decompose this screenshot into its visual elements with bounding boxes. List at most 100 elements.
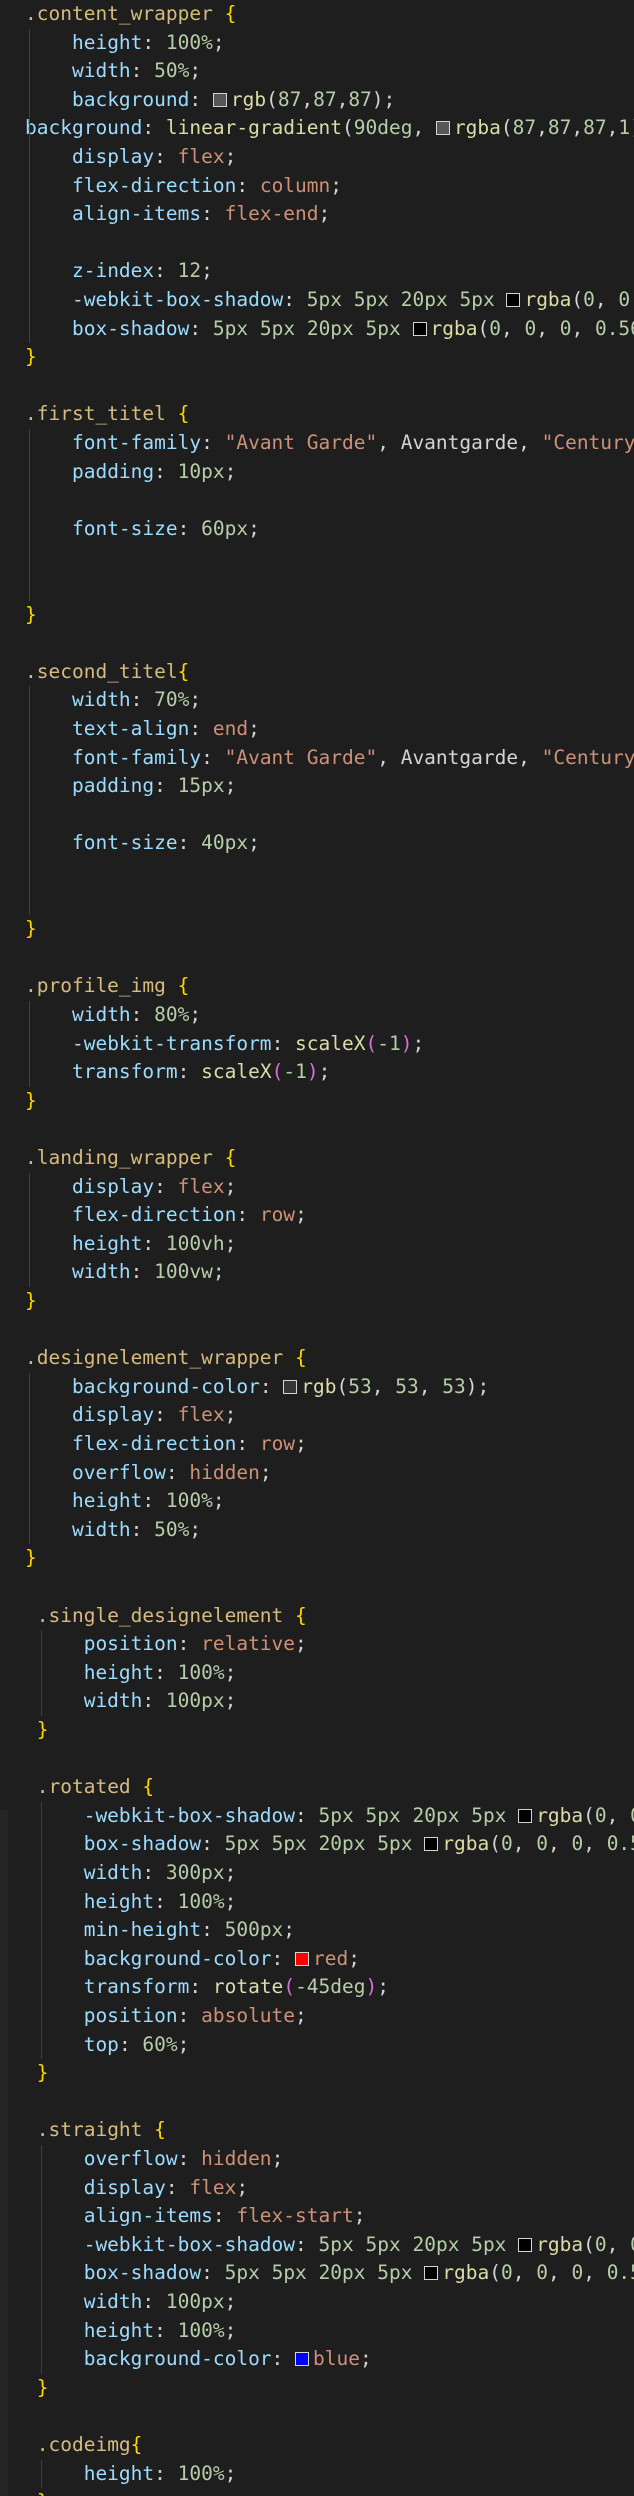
code-token: : bbox=[142, 1689, 166, 1713]
color-swatch-icon[interactable] bbox=[295, 1951, 310, 1966]
code-token: : bbox=[154, 1660, 178, 1684]
code-line: flex-direction: column; bbox=[0, 172, 342, 201]
code-token: transform bbox=[71, 1060, 178, 1084]
code-token: ; bbox=[224, 459, 237, 483]
code-token: 53 bbox=[442, 1374, 466, 1398]
code-token: ) bbox=[365, 1975, 378, 1999]
code-token: height bbox=[71, 1231, 143, 1255]
code-token: relative bbox=[201, 1632, 296, 1656]
indent-guide bbox=[29, 1172, 30, 1287]
code-token: ( bbox=[271, 1060, 284, 1084]
code-line: height: 100%; bbox=[0, 1487, 225, 1516]
code-token: : bbox=[177, 1060, 202, 1084]
code-token: { bbox=[177, 402, 190, 426]
code-line: background: rgb(87,87,87); bbox=[0, 86, 395, 115]
code-line: display: flex; bbox=[0, 143, 236, 172]
code-line: height: 100%; bbox=[0, 1888, 237, 1917]
indent-guide bbox=[29, 429, 30, 601]
code-token: 0 bbox=[594, 2232, 607, 2256]
code-token: ; bbox=[224, 1403, 237, 1427]
code-token: font-family bbox=[71, 745, 202, 769]
code-token: 0 bbox=[500, 2261, 513, 2285]
code-token: : bbox=[165, 2175, 190, 2199]
color-swatch-icon[interactable] bbox=[424, 1837, 439, 1852]
code-token: rotate bbox=[212, 1975, 284, 1999]
code-token: 0 bbox=[489, 316, 501, 340]
code-line: box-shadow: 5px 5px 20px 5px rgba(0, 0, … bbox=[0, 2259, 634, 2288]
code-token: 0 bbox=[630, 2233, 634, 2256]
code-token: : bbox=[177, 516, 202, 540]
code-line: } bbox=[0, 1087, 37, 1116]
code-token: display bbox=[71, 1174, 155, 1198]
code-token: 100% bbox=[165, 1489, 213, 1513]
color-swatch-icon[interactable] bbox=[435, 121, 450, 136]
code-token: 100vh bbox=[165, 1231, 225, 1255]
code-token: : bbox=[236, 1432, 260, 1455]
code-token: height bbox=[83, 2318, 155, 2342]
code-token: position bbox=[83, 1632, 178, 1656]
code-token: min-height bbox=[83, 1918, 202, 1942]
code-token: 100px bbox=[165, 2290, 225, 2313]
code-line: width: 50%; bbox=[0, 57, 201, 86]
code-token: 0 bbox=[500, 1832, 513, 1856]
code-token: overflow bbox=[83, 2147, 178, 2170]
code-line: .straight { bbox=[0, 2116, 166, 2145]
code-token: 0 bbox=[618, 288, 631, 311]
color-swatch-icon[interactable] bbox=[506, 293, 521, 307]
code-token: ; bbox=[248, 516, 260, 540]
code-token: : bbox=[154, 1174, 178, 1198]
color-swatch-icon[interactable] bbox=[212, 92, 227, 107]
code-token: 87 bbox=[277, 87, 302, 111]
code-token: rgba bbox=[442, 2261, 490, 2285]
color-swatch-icon[interactable] bbox=[295, 2352, 310, 2367]
code-line: padding: 10px; bbox=[0, 458, 236, 487]
code-token: , bbox=[571, 116, 584, 140]
code-token: rgba bbox=[442, 1832, 490, 1856]
code-token: 60px bbox=[201, 516, 249, 540]
code-token: , bbox=[630, 288, 634, 311]
code-token: ; bbox=[201, 259, 213, 283]
color-swatch-icon[interactable] bbox=[424, 2266, 439, 2281]
color-swatch-icon[interactable] bbox=[518, 1808, 533, 1823]
code-token: : bbox=[177, 831, 202, 855]
color-swatch-icon[interactable] bbox=[518, 2237, 533, 2252]
code-token: } bbox=[25, 1546, 37, 1570]
code-token: 0 bbox=[571, 2261, 584, 2285]
code-line: .codeimg{ bbox=[0, 2431, 143, 2460]
code-line: width: 80%; bbox=[0, 1001, 201, 1030]
code-line: height: 100%; bbox=[0, 2317, 237, 2346]
code-token: flex bbox=[177, 145, 225, 168]
code-token: 5px bbox=[259, 316, 296, 340]
code-token: background-color bbox=[83, 2347, 272, 2371]
color-swatch-icon[interactable] bbox=[283, 1379, 298, 1394]
code-token: ) bbox=[630, 116, 634, 139]
code-token: "Century bbox=[541, 745, 634, 769]
color-swatch-icon[interactable] bbox=[412, 321, 427, 336]
code-token: 5px bbox=[353, 288, 389, 311]
code-editor[interactable]: .content_wrapper { height: 100%; width: … bbox=[0, 0, 634, 2496]
code-token: height bbox=[83, 1660, 155, 1684]
code-line: -webkit-box-shadow: 5px 5px 20px 5px rgb… bbox=[0, 2231, 634, 2260]
code-token: , bbox=[512, 1832, 537, 1856]
code-token: ; bbox=[224, 1889, 237, 1913]
code-line: display: flex; bbox=[0, 1401, 236, 1430]
code-token: ; bbox=[318, 1060, 331, 1084]
code-token: : bbox=[177, 1632, 202, 1656]
